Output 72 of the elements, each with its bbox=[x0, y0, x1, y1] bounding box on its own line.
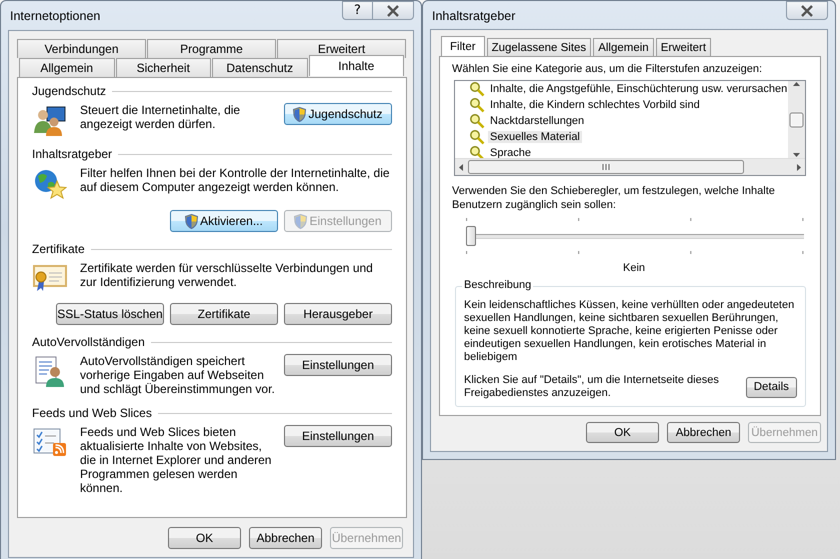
help-button[interactable]: ? bbox=[342, 1, 372, 20]
feed-list-icon bbox=[33, 427, 67, 457]
shield-icon bbox=[185, 214, 198, 228]
category-item[interactable]: Nacktdarstellungen bbox=[488, 115, 586, 127]
category-prompt: Wählen Sie eine Kategorie aus, um die Filterstufen anzuzeigen: bbox=[452, 63, 764, 75]
group-label: Beschreibung bbox=[462, 279, 534, 291]
close-icon bbox=[386, 4, 400, 16]
slider-prompt: Verwenden Sie den Schieberegler, um festzulegen, welche Inhalte Benutzern zugänglich sein sollen: bbox=[452, 184, 776, 212]
section-heading: Zertifikate bbox=[32, 242, 85, 256]
button[interactable]: SSL-Status löschen bbox=[56, 303, 164, 325]
category-item[interactable]: Sprache bbox=[488, 147, 533, 158]
tab[interactable]: Sicherheit bbox=[116, 58, 211, 77]
tab[interactable]: Datenschutz bbox=[212, 58, 308, 77]
close-button[interactable] bbox=[786, 1, 828, 20]
tab[interactable]: Verbindungen bbox=[17, 39, 146, 58]
vertical-scrollbar[interactable] bbox=[788, 81, 805, 158]
section-description: Zertifikate werden für verschlüsselte Verbindungen und zur Identifizierung verwendet. bbox=[80, 261, 373, 289]
category-item[interactable]: Inhalte, die Angstgefühle, Einschüchterung usw. verursachen bbox=[488, 83, 788, 95]
shield-icon bbox=[294, 214, 308, 228]
button[interactable]: Jugendschutz bbox=[284, 103, 392, 125]
category-item[interactable]: Inhalte, die Kindern schlechtes Vorbild sind bbox=[488, 99, 702, 111]
magnifier-icon bbox=[469, 81, 485, 97]
dialog-button[interactable]: Abbrechen bbox=[667, 422, 740, 443]
section-heading: Feeds und Web Slices bbox=[32, 406, 152, 420]
section-description: Feeds und Web Slices bieten aktualisierte Inhalte von Websites, die in Internet Explorer und anderen Programmen gelesen werden können. bbox=[80, 425, 272, 495]
details-button[interactable]: Details bbox=[746, 376, 797, 398]
tab[interactable]: Inhalte bbox=[308, 55, 404, 76]
form-person-icon bbox=[35, 356, 65, 388]
horizontal-scrollbar[interactable] bbox=[455, 158, 805, 175]
section-heading: Inhaltsratgeber bbox=[32, 147, 112, 161]
section-heading: Jugendschutz bbox=[32, 84, 106, 98]
certificate-icon bbox=[33, 263, 67, 293]
description-text: Kein leidenschaftliches Küssen, keine verhüllten oder angedeuteten sexuellen Handlungen, keine sichtbaren sexuellen Berührungen, keine sexuell konnotierte Sprache, keine erigierten Penisse oder eindeutigen sexuellen Handlungen, kein erotisches Material in beliebigem bbox=[464, 299, 794, 363]
parents-computer-icon bbox=[33, 105, 67, 137]
dialog-button[interactable]: Abbrechen bbox=[249, 527, 322, 549]
magnifier-icon bbox=[469, 113, 485, 129]
magnifier-icon bbox=[469, 97, 485, 113]
section-description: Filter helfen Ihnen bei der Kontrolle der Internetinhalte, die auf diesem Computer angezeigt werden können. bbox=[80, 166, 390, 194]
shield-icon bbox=[293, 106, 306, 122]
close-icon bbox=[800, 4, 814, 16]
details-hint: Klicken Sie auf "Details", um die Internetseite dieses Freigabedienstes anzuzeigen. bbox=[464, 374, 720, 400]
tab[interactable]: Programme bbox=[147, 39, 276, 58]
magnifier-icon bbox=[469, 129, 485, 145]
button[interactable]: Aktivieren... bbox=[170, 210, 278, 232]
dialog-button[interactable]: OK bbox=[586, 422, 659, 443]
scroll-thumb[interactable] bbox=[789, 112, 804, 128]
window-title: Internetoptionen bbox=[9, 8, 102, 23]
button[interactable]: Einstellungen bbox=[284, 354, 392, 376]
category-item[interactable]: Sexuelles Material bbox=[488, 131, 582, 143]
window-title: Inhaltsratgeber bbox=[431, 8, 516, 23]
section-heading: AutoVervollständigen bbox=[32, 335, 145, 349]
tab[interactable]: Filter bbox=[441, 36, 485, 56]
scroll-thumb[interactable] bbox=[468, 160, 744, 174]
button[interactable]: Zertifikate bbox=[170, 303, 278, 325]
magnifier-icon bbox=[469, 145, 485, 158]
button[interactable]: Einstellungen bbox=[284, 425, 392, 447]
down-arrow-icon[interactable] bbox=[792, 152, 801, 158]
tab[interactable]: Erweitert bbox=[656, 38, 712, 56]
globe-star-icon bbox=[33, 168, 67, 200]
section-description: Steuert die Internetinhalte, die angezeigt werden dürfen. bbox=[80, 103, 242, 131]
tab[interactable]: Allgemein bbox=[593, 38, 654, 56]
right-arrow-icon[interactable] bbox=[795, 162, 803, 172]
rating-label: Kein bbox=[622, 262, 646, 274]
dialog-button[interactable]: OK bbox=[168, 527, 241, 549]
slider-thumb[interactable] bbox=[466, 226, 476, 246]
up-arrow-icon[interactable] bbox=[792, 81, 801, 87]
button[interactable]: Herausgeber bbox=[284, 303, 392, 325]
tab[interactable]: Allgemein bbox=[19, 58, 114, 77]
tab[interactable]: Zugelassene Sites bbox=[486, 38, 592, 56]
section-description: AutoVervollständigen speichert vorherige Eingaben auf Webseiten und schlägt Übereinstimmungen vor. bbox=[80, 354, 276, 396]
left-arrow-icon[interactable] bbox=[457, 162, 465, 172]
close-button[interactable] bbox=[372, 1, 414, 20]
